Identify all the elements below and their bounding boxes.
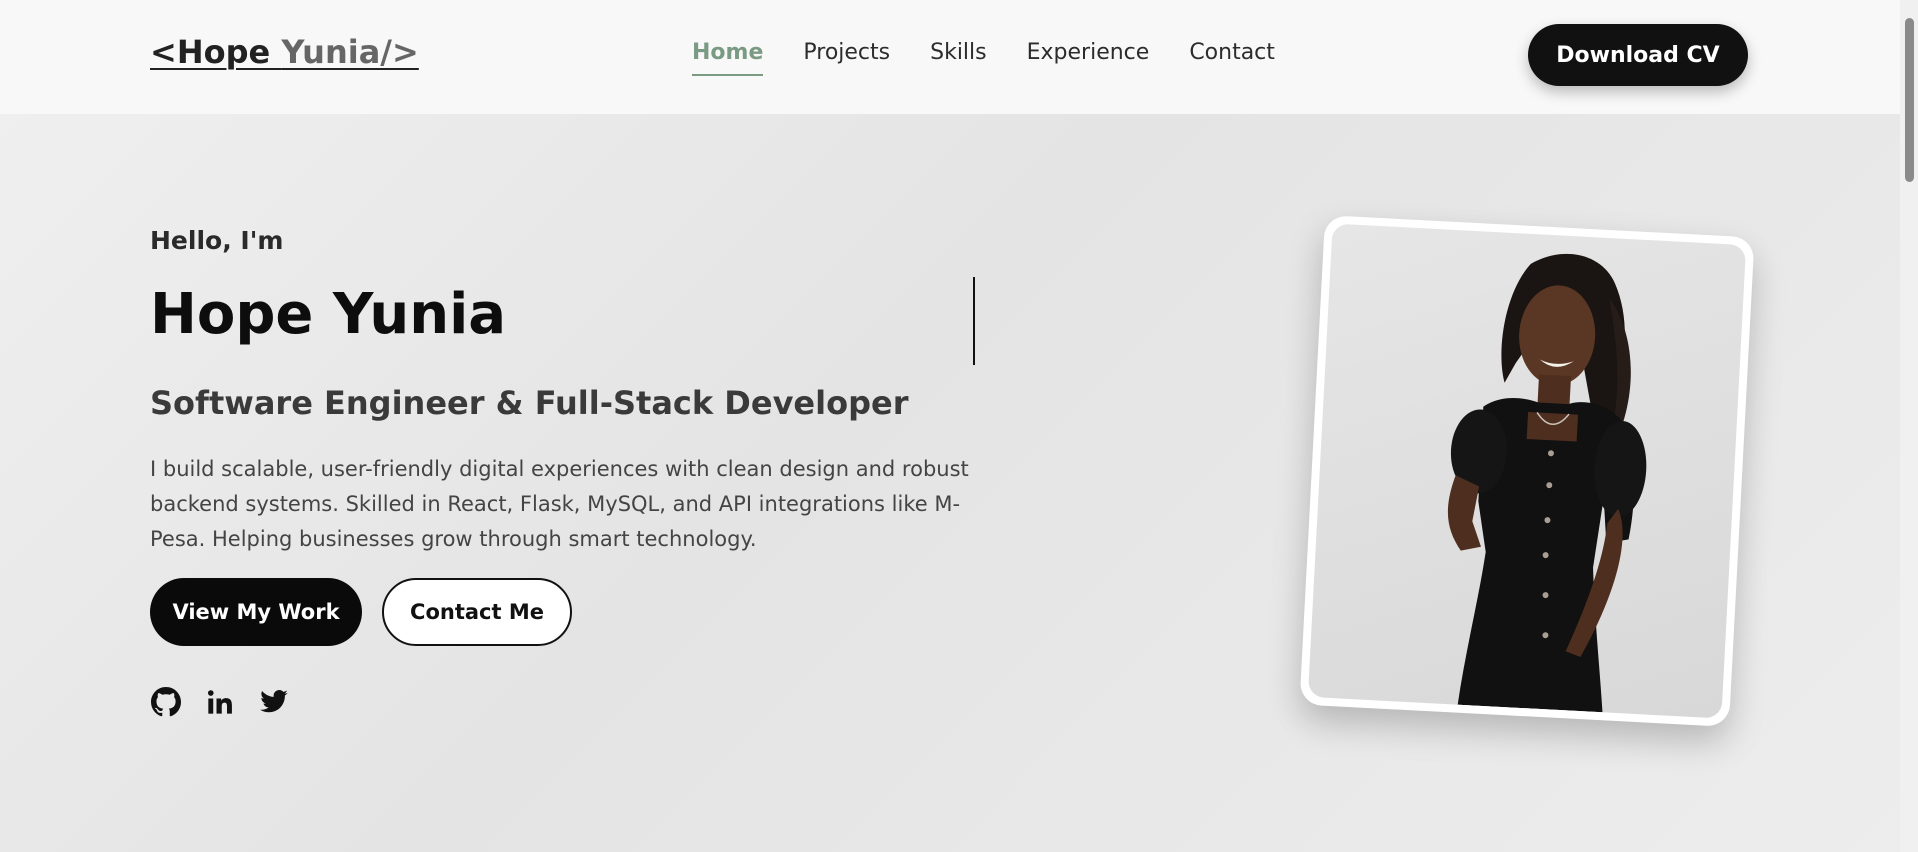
view-my-work-button[interactable]: View My Work <box>150 578 362 646</box>
profile-photo <box>1307 223 1747 719</box>
linkedin-icon[interactable] <box>204 686 236 718</box>
download-cv-button[interactable]: Download CV <box>1528 24 1748 86</box>
twitter-icon[interactable] <box>258 686 290 718</box>
nav-link-contact[interactable]: Contact <box>1189 38 1275 76</box>
nav-link-home[interactable]: Home <box>692 38 764 76</box>
hero-role: Software Engineer & Full-Stack Developer <box>150 384 909 422</box>
social-links <box>150 686 290 718</box>
logo-accent-text: Yunia/> <box>281 33 419 71</box>
page-scrollbar[interactable] <box>1900 0 1918 852</box>
logo-text: <Hope <box>150 33 282 71</box>
nav-link-skills[interactable]: Skills <box>930 38 987 76</box>
contact-me-button[interactable]: Contact Me <box>382 578 572 646</box>
scrollbar-thumb[interactable] <box>1905 18 1914 182</box>
portrait-illustration <box>1447 253 1647 713</box>
nav-link-experience[interactable]: Experience <box>1027 38 1150 76</box>
site-logo[interactable]: <Hope Yunia/> <box>150 33 419 71</box>
nav-links: Home Projects Skills Experience Contact <box>692 38 1275 76</box>
github-icon[interactable] <box>150 686 182 718</box>
hero-name: Hope Yunia <box>150 282 507 347</box>
navbar: <Hope Yunia/> Home Projects Skills Exper… <box>0 0 1900 114</box>
nav-link-projects[interactable]: Projects <box>803 38 890 76</box>
typing-cursor <box>973 277 975 365</box>
hero-bio: I build scalable, user-friendly digital … <box>150 457 969 551</box>
hero-greeting: Hello, I'm <box>150 226 284 255</box>
profile-photo-card <box>1299 215 1755 727</box>
